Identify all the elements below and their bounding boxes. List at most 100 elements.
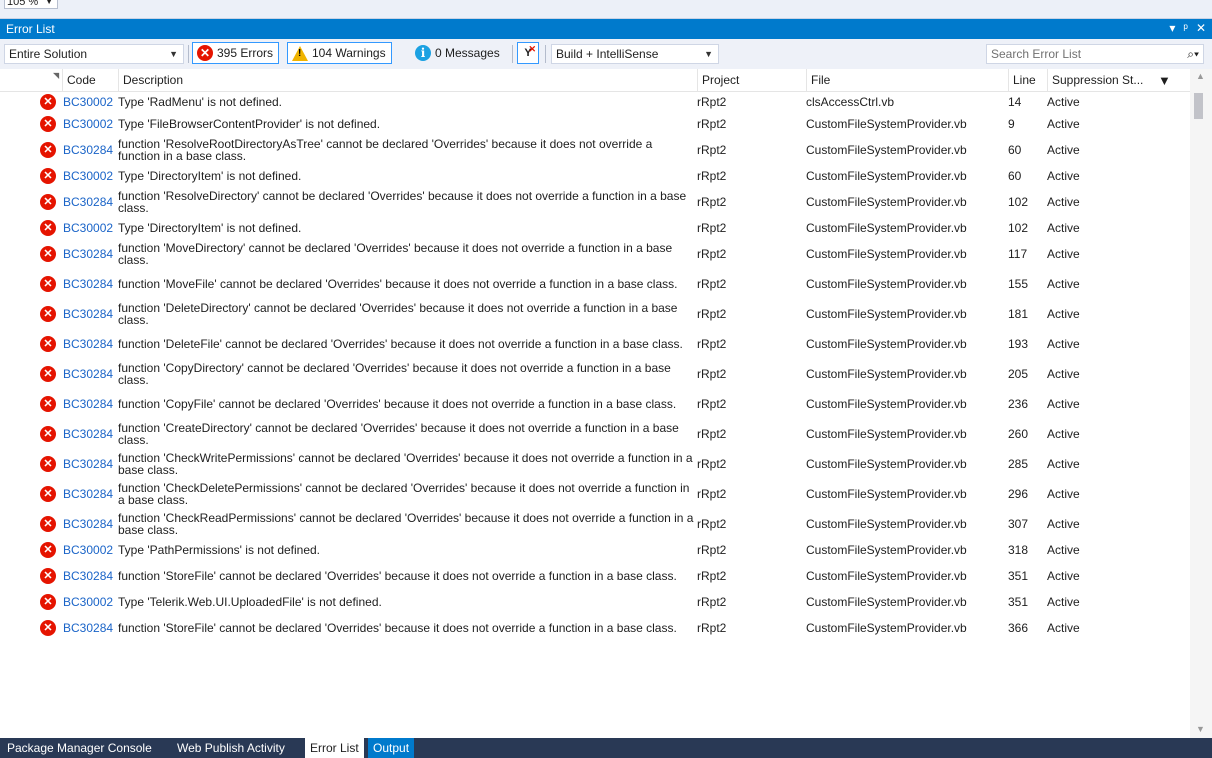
tab-output[interactable]: Output — [368, 738, 415, 758]
error-code-link[interactable]: BC30284 — [63, 561, 113, 591]
error-description: function 'CreateDirectory' cannot be dec… — [118, 419, 696, 449]
error-code-link[interactable]: BC30284 — [63, 479, 113, 509]
error-code-link[interactable]: BC30284 — [63, 239, 113, 269]
table-row[interactable]: ✕ BC30002 Type 'DirectoryItem' is not defi… — [0, 165, 1186, 187]
error-project-text: rRpt2 — [697, 621, 727, 635]
error-file: CustomFileSystemProvider.vb — [806, 449, 967, 479]
error-project-text: rRpt2 — [697, 427, 727, 441]
error-file: CustomFileSystemProvider.vb — [806, 389, 967, 419]
error-line: 296 — [1008, 479, 1028, 509]
error-file-text: CustomFileSystemProvider.vb — [806, 277, 967, 291]
warnings-filter-button[interactable]: ! 104 Warnings — [287, 42, 392, 64]
error-code-link[interactable]: BC30284 — [63, 359, 113, 389]
table-row[interactable]: ✕ BC30284 function 'MoveDirectory' cannot … — [0, 239, 1186, 269]
scroll-up-icon[interactable]: ▲ — [1196, 71, 1205, 81]
scroll-down-icon[interactable]: ▼ — [1196, 724, 1205, 734]
error-file-text: CustomFileSystemProvider.vb — [806, 367, 967, 381]
table-row[interactable]: ✕ BC30002 Type 'RadMenu' is not defined. rR… — [0, 91, 1186, 113]
table-row[interactable]: ✕ BC30284 function 'MoveFile' cannot be de… — [0, 269, 1186, 299]
error-code-link[interactable]: BC30284 — [63, 269, 113, 299]
column-filter-icon[interactable]: ▼ — [1158, 73, 1171, 88]
search-icon[interactable]: ⌕▾ — [1187, 45, 1199, 63]
errors-filter-button[interactable]: ✕ 395 Errors — [192, 42, 280, 64]
column-header-project[interactable]: Project — [697, 69, 806, 91]
error-code-link[interactable]: BC30284 — [63, 135, 113, 165]
error-line: 307 — [1008, 509, 1028, 539]
error-code-link[interactable]: BC30002 — [63, 165, 113, 187]
table-row[interactable]: ✕ BC30284 function 'CheckDeletePermissions… — [0, 479, 1186, 509]
table-row[interactable]: ✕ BC30284 function 'ResolveRootDirectoryAs… — [0, 135, 1186, 165]
table-row[interactable]: ✕ BC30284 function 'CheckWritePermissions'… — [0, 449, 1186, 479]
error-code-link[interactable]: BC30284 — [63, 509, 113, 539]
table-row[interactable]: ✕ BC30002 Type 'Telerik.Web.UI.UploadedFil… — [0, 591, 1186, 613]
tab-error-list[interactable]: Error List — [305, 738, 364, 758]
messages-filter-button[interactable]: i 0 Messages — [410, 42, 506, 64]
filter-current-project-button[interactable]: Y ✕ — [517, 42, 539, 64]
error-suppression-state: Active — [1047, 389, 1080, 419]
error-code-link[interactable]: BC30284 — [63, 187, 113, 217]
table-row[interactable]: ✕ BC30284 function 'CheckReadPermissions' … — [0, 509, 1186, 539]
error-project-text: rRpt2 — [697, 277, 727, 291]
table-row[interactable]: ✕ BC30284 function 'ResolveDirectory' cann… — [0, 187, 1186, 217]
scope-dropdown[interactable]: Entire Solution ▼ — [4, 44, 184, 64]
error-suppression-state: Active — [1047, 187, 1080, 217]
error-code-link[interactable]: BC30284 — [63, 329, 113, 359]
tab-web-publish-activity[interactable]: Web Publish Activity — [172, 738, 290, 758]
column-header-code[interactable]: Code — [62, 69, 118, 91]
error-icon: ✕ — [40, 542, 56, 558]
table-row[interactable]: ✕ BC30284 function 'StoreFile' cannot be d… — [0, 561, 1186, 591]
table-row[interactable]: ✕ BC30284 function 'CopyDirectory' cannot … — [0, 359, 1186, 389]
error-code-link[interactable]: BC30002 — [63, 91, 113, 113]
error-file: CustomFileSystemProvider.vb — [806, 419, 967, 449]
table-row[interactable]: ✕ BC30002 Type 'DirectoryItem' is not defi… — [0, 217, 1186, 239]
error-line-text: 285 — [1008, 457, 1029, 471]
error-line: 351 — [1008, 561, 1028, 591]
error-code-link[interactable]: BC30284 — [63, 419, 113, 449]
table-row[interactable]: ✕ BC30284 function 'DeleteFile' cannot be … — [0, 329, 1186, 359]
error-project: rRpt2 — [697, 269, 726, 299]
error-code-link[interactable]: BC30284 — [63, 299, 113, 329]
error-file-text: CustomFileSystemProvider.vb — [806, 543, 967, 557]
error-suppression-state: Active — [1047, 591, 1080, 613]
error-list-toolbar: Entire Solution ▼ ✕ 395 Errors ! 104 War… — [0, 39, 1212, 70]
vertical-scrollbar[interactable]: ▲ ▼ — [1190, 69, 1212, 738]
error-suppression-state: Active — [1047, 561, 1080, 591]
error-suppression-state-text: Active — [1047, 277, 1080, 291]
build-intellisense-dropdown[interactable]: Build + IntelliSense ▼ — [551, 44, 719, 64]
error-description-text: function 'CopyDirectory' cannot be decla… — [118, 361, 671, 387]
window-menu-icon[interactable]: ▾ — [1169, 21, 1175, 35]
error-code-link[interactable]: BC30284 — [63, 389, 113, 419]
error-code-link-text: BC30284 — [63, 367, 114, 381]
error-code-link[interactable]: BC30284 — [63, 449, 113, 479]
column-header-line[interactable]: Line — [1008, 69, 1047, 91]
table-row[interactable]: ✕ BC30002 Type 'PathPermissions' is not de… — [0, 539, 1186, 561]
table-row[interactable]: ✕ BC30284 function 'CreateDirectory' canno… — [0, 419, 1186, 449]
pin-icon[interactable]: ᵖ — [1183, 21, 1188, 35]
error-line-text: 307 — [1008, 517, 1029, 531]
search-input[interactable]: Search Error List ⌕▾ — [986, 44, 1204, 64]
column-header-suppression[interactable]: Suppression St... — [1047, 69, 1157, 91]
error-suppression-state-text: Active — [1047, 95, 1080, 109]
error-icon: ✕ — [40, 194, 56, 210]
sort-indicator-icon: ◥ — [53, 71, 60, 80]
error-code-link[interactable]: BC30002 — [63, 539, 113, 561]
table-row[interactable]: ✕ BC30002 Type 'FileBrowserContentProvider… — [0, 113, 1186, 135]
table-row[interactable]: ✕ BC30284 function 'CopyFile' cannot be de… — [0, 389, 1186, 419]
error-suppression-state: Active — [1047, 509, 1080, 539]
column-header-description[interactable]: Description — [118, 69, 697, 91]
error-description-text: Type 'DirectoryItem' is not defined. — [118, 169, 302, 183]
close-icon[interactable]: ✕ — [1196, 21, 1206, 35]
error-code-link[interactable]: BC30284 — [63, 613, 113, 643]
table-row[interactable]: ✕ BC30284 function 'DeleteDirectory' canno… — [0, 299, 1186, 329]
error-code-link[interactable]: BC30002 — [63, 113, 113, 135]
error-file: CustomFileSystemProvider.vb — [806, 359, 967, 389]
error-code-link[interactable]: BC30002 — [63, 591, 113, 613]
column-header-file[interactable]: File — [806, 69, 1008, 91]
tab-package-manager-console[interactable]: Package Manager Console — [2, 738, 157, 758]
table-row[interactable]: ✕ BC30284 function 'StoreFile' cannot be d… — [0, 613, 1186, 643]
error-description: Type 'DirectoryItem' is not defined. — [118, 165, 696, 187]
zoom-dropdown[interactable]: 105 % ▼ — [4, 0, 58, 9]
scrollbar-thumb[interactable] — [1194, 93, 1203, 119]
zoom-value: 105 % — [7, 0, 39, 8]
error-code-link[interactable]: BC30002 — [63, 217, 113, 239]
